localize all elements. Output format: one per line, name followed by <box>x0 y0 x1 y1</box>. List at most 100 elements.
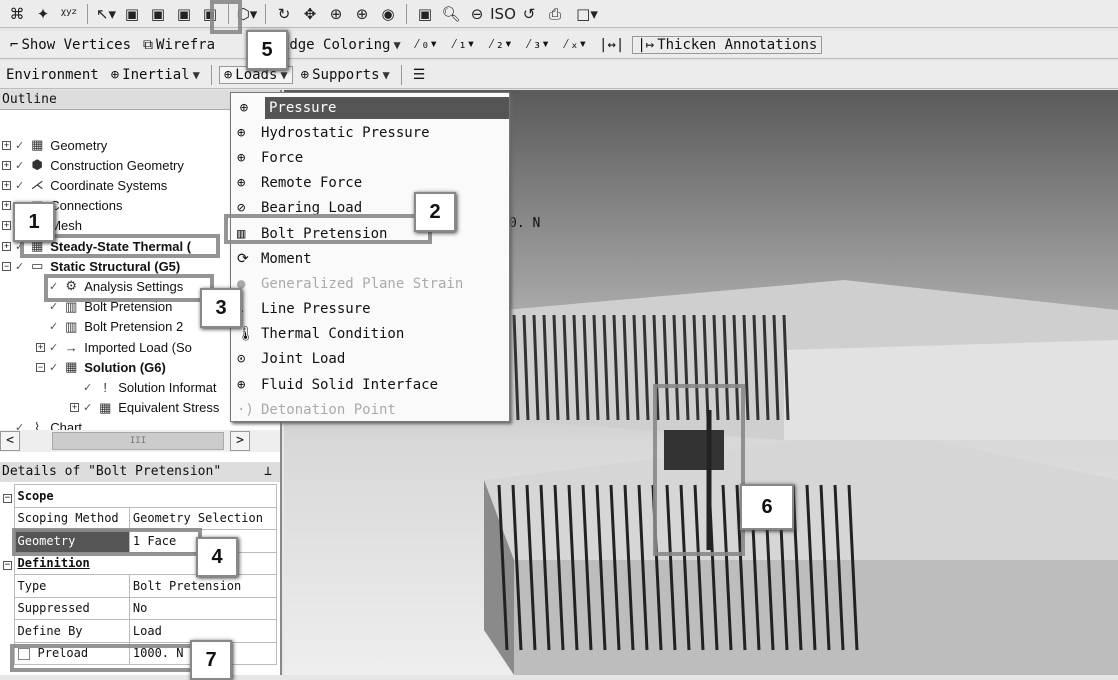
menu-item-joint-load[interactable]: ⊙ Joint Load <box>231 347 509 372</box>
check-icon: ✓ <box>15 159 25 172</box>
display-toolbar: ⌐Show Vertices ⧉Wirefra ▌▌Edge Coloring▼… <box>0 31 1118 59</box>
iso-icon[interactable]: ISO <box>490 3 516 25</box>
edge-thickness-2[interactable]: ⁄₂▾ <box>483 36 516 53</box>
collapse-icon[interactable]: − <box>3 493 12 503</box>
tree-item[interactable]: + ✓ ▦ Equivalent Stress <box>70 398 219 418</box>
zoom-out-icon[interactable]: ⊖ <box>466 3 488 25</box>
callout-3: 3 <box>200 288 242 328</box>
select-vertex-icon[interactable]: ▣ <box>121 3 143 25</box>
expand-icon[interactable]: + <box>2 201 11 211</box>
select-edge-icon[interactable]: ▣ <box>147 3 169 25</box>
expand-icon[interactable]: + <box>2 221 11 231</box>
solution-icon: ▦ <box>65 359 78 375</box>
tree-item[interactable]: + ✓ ▦ Geometry <box>2 135 107 155</box>
select-face-icon[interactable]: ▣ <box>173 3 195 25</box>
edge-thickness-1[interactable]: ⁄₁▾ <box>446 36 479 53</box>
check-icon: ✓ <box>15 260 25 273</box>
expand-icon[interactable]: − <box>36 362 45 372</box>
table-row: Define By Load <box>0 619 278 643</box>
construction-geometry-icon: ⬢ <box>31 157 43 173</box>
tree-item[interactable]: + ✓ ⋌ Coordinate Systems <box>2 175 167 195</box>
menu-item-force[interactable]: ⊕ Force <box>231 145 509 170</box>
expand-icon[interactable]: + <box>2 160 11 170</box>
expand-icon[interactable]: + <box>2 140 11 150</box>
load-icon: ⊕ <box>237 175 246 192</box>
check-icon: ✓ <box>49 321 59 334</box>
tree-item[interactable]: ✓ ▥ Bolt Pretension 2 <box>36 317 183 337</box>
previous-view-icon[interactable]: ↺ <box>518 3 540 25</box>
tree-item[interactable]: + ✓ → Imported Load (So <box>36 337 192 357</box>
magnify-icon[interactable]: 🔍︎ <box>440 3 462 25</box>
scroll-left-icon[interactable]: < <box>0 431 20 451</box>
zoom-region-icon[interactable]: ▣ <box>414 3 436 25</box>
details-header: Details of "Bolt Pretension" ⊥ <box>0 462 280 482</box>
menu-item-moment[interactable]: ⟳ Moment <box>231 246 509 271</box>
expand-icon[interactable]: + <box>36 342 45 352</box>
fit-icon[interactable]: |↔| <box>595 37 628 53</box>
menu-item-hydrostatic-pressure[interactable]: ⊕ Hydrostatic Pressure <box>231 120 509 145</box>
menu-item-generalized-plane-strain[interactable]: ● Generalized Plane Strain <box>231 271 509 296</box>
wireframe-button[interactable]: ⧉ Wirefra <box>139 37 219 53</box>
highlight-preload <box>10 644 198 672</box>
scroll-right-icon[interactable]: > <box>230 431 250 451</box>
scope-section: Scope <box>13 484 277 508</box>
print-icon[interactable]: ⎙ <box>544 3 566 25</box>
probe-icon[interactable]: ✦ <box>32 3 54 25</box>
zoom-icon[interactable]: ⊕ <box>325 3 347 25</box>
label-icon[interactable]: ⌘ <box>6 3 28 25</box>
coordinate-icon[interactable]: ᵡʸᶻ <box>58 3 80 25</box>
support-icon: ⊕ <box>300 66 310 83</box>
horizontal-scrollbar[interactable]: < III > <box>0 430 280 452</box>
callout-6: 6 <box>740 484 794 530</box>
structural-icon: ▭ <box>31 258 44 274</box>
highlight-bolt-pretension-tree <box>44 274 214 302</box>
viewport-icon[interactable]: □▾ <box>570 3 604 25</box>
load-icon: ⟳ <box>237 250 249 267</box>
check-icon: ✓ <box>49 361 59 374</box>
menu-item-thermal-condition[interactable]: 🌡︎ Thermal Condition <box>231 322 509 347</box>
tree-item[interactable]: ✓! Solution Informat <box>70 377 217 397</box>
check-icon: ✓ <box>15 139 25 152</box>
menu-item-line-pressure[interactable]: ↓Line Pressure <box>231 297 509 322</box>
menu-item-pressure[interactable]: ⊕ Pressure <box>231 95 509 120</box>
table-row: Type Bolt Pretension <box>0 574 278 598</box>
expand-icon[interactable]: + <box>2 241 11 251</box>
wireframe-icon: ⧉ <box>143 36 154 53</box>
menu-item-detonation-point[interactable]: ·) Detonation Point <box>231 397 509 422</box>
imported-load-icon: → <box>64 339 78 355</box>
collapse-icon[interactable]: − <box>3 561 12 571</box>
solution-info-icon: ! <box>103 379 108 395</box>
select-mode-icon[interactable]: ↖▾ <box>95 3 117 25</box>
zoom-fit-icon[interactable]: ◉ <box>377 3 399 25</box>
expand-icon[interactable]: − <box>2 261 11 271</box>
tree-item[interactable]: + ✓ ⬢ Construction Geometry <box>2 155 184 175</box>
edge-thickness-3[interactable]: ⁄₃▾ <box>521 36 554 53</box>
pan-icon[interactable]: ✥ <box>299 3 321 25</box>
worksheet-icon[interactable]: ☰ <box>409 67 430 83</box>
highlight-bolt <box>653 384 745 556</box>
supports-dropdown[interactable]: ⊕ Supports ▼ <box>297 67 394 83</box>
pin-icon[interactable]: ⊥ <box>264 462 272 482</box>
thicken-annotations-button[interactable]: |↦ Thicken Annotations <box>632 35 823 54</box>
inertial-dropdown[interactable]: ⊕ Inertial ▼ <box>107 67 204 83</box>
table-row: Suppressed No <box>0 596 278 620</box>
edge-thickness-0[interactable]: ⁄₀▾ <box>409 36 442 53</box>
scroll-thumb[interactable]: III <box>52 432 224 450</box>
expand-icon[interactable]: + <box>70 403 79 413</box>
edge-thickness-x[interactable]: ⁄ₓ▾ <box>558 36 591 53</box>
callout-2: 2 <box>414 192 456 232</box>
check-icon: ✓ <box>83 402 93 415</box>
show-vertices-button[interactable]: ⌐ Show Vertices <box>6 37 135 53</box>
thicken-icon: |↦ <box>637 36 655 53</box>
menu-item-remote-force[interactable]: ⊕ Remote Force <box>231 171 509 196</box>
load-icon: 🌡︎ <box>237 326 255 343</box>
check-icon: ✓ <box>49 341 59 354</box>
rotate-icon[interactable]: ↻ <box>273 3 295 25</box>
check-icon: ✓ <box>83 381 93 394</box>
menu-item-fluid-solid-interface[interactable]: ⊕ Fluid Solid Interface <box>231 372 509 397</box>
load-annotation: 0. N <box>509 216 540 231</box>
tree-item[interactable]: − ✓ ▦ Solution (G6) <box>36 357 166 377</box>
load-icon: ·) <box>237 401 254 418</box>
expand-icon[interactable]: + <box>2 180 11 190</box>
box-zoom-icon[interactable]: ⊕ <box>351 3 373 25</box>
